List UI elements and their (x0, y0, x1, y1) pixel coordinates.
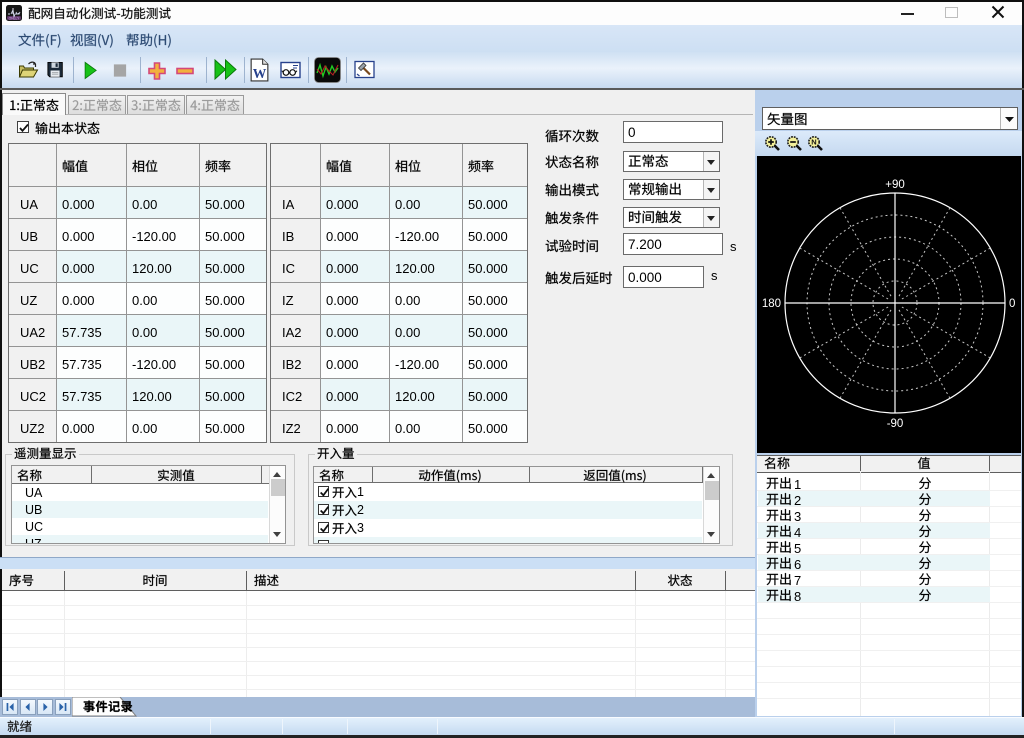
svg-text:180: 180 (762, 298, 781, 310)
svg-text:-90: -90 (887, 418, 904, 430)
svg-text:W: W (253, 66, 267, 81)
svg-text:ONLLY: ONLLY (9, 17, 21, 21)
svg-text:0: 0 (1009, 298, 1015, 310)
svg-text:+90: +90 (885, 179, 905, 191)
svg-text:N: N (811, 138, 816, 147)
